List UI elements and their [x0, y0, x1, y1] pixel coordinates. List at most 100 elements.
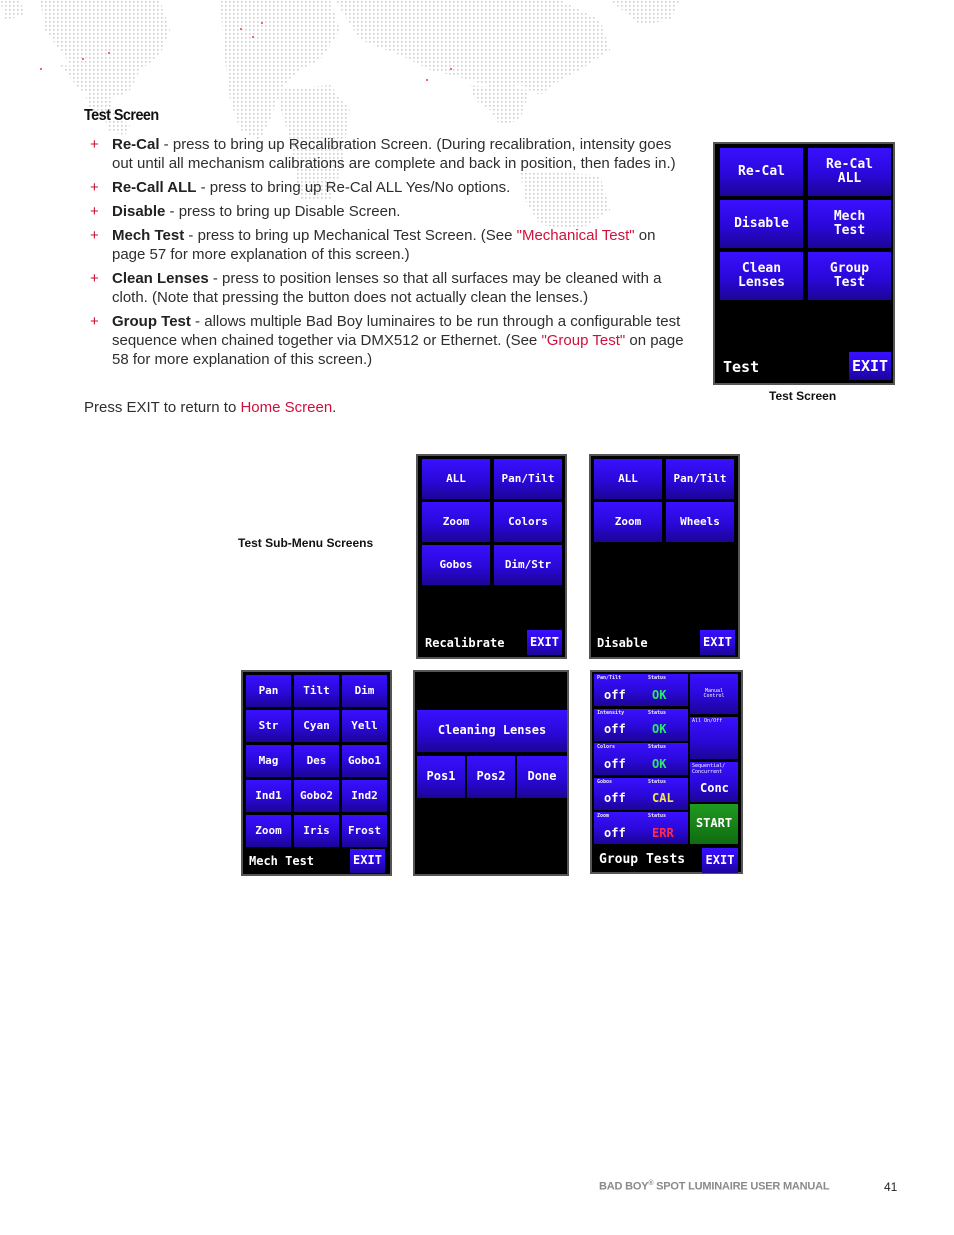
bullet-clean-lenses: + Clean Lenses - press to position lenses…	[84, 269, 684, 307]
status-label: Status	[648, 813, 667, 819]
bullet-recal: + Re-Cal - press to bring up Recalibratio…	[84, 135, 684, 173]
section-title: Test Screen	[84, 107, 159, 124]
recal-button[interactable]: Re-Cal	[720, 148, 803, 196]
mech-test-option[interactable]: Dim	[342, 675, 387, 707]
group-tests-screen-image: Pan/Tilt Status off OK Intensity Status off OK C…	[590, 670, 743, 874]
mech-test-button[interactable]: Mech Test	[808, 200, 891, 248]
sub-menu-caption: Test Sub-Menu Screens	[238, 536, 374, 550]
mechanical-test-link[interactable]: "Mechanical Test"	[517, 227, 635, 244]
mech-test-option[interactable]: Gobo1	[342, 745, 387, 777]
mech-test-option[interactable]: Frost	[342, 815, 387, 847]
mech-test-option[interactable]: Yell	[342, 710, 387, 742]
exit-button[interactable]: EXIT	[527, 630, 562, 655]
exit-note-text: Press EXIT to return to	[84, 399, 241, 416]
bullet-group-test: + Group Test - allows multiple Bad Boy lu…	[84, 312, 684, 369]
row-value: off	[604, 687, 626, 702]
group-test-row[interactable]: Zoom Status off ERR	[594, 812, 688, 844]
row-status: CAL	[652, 791, 674, 806]
group-test-button[interactable]: Group Test	[808, 252, 891, 300]
disable-button[interactable]: Disable	[720, 200, 803, 248]
status-label: Status	[648, 744, 667, 750]
bullet-term: Group Test	[112, 313, 191, 330]
mech-test-option[interactable]: Pan	[246, 675, 291, 707]
plus-icon: +	[90, 227, 99, 244]
mech-test-option[interactable]: Str	[246, 710, 291, 742]
plus-icon: +	[90, 179, 99, 196]
exit-button[interactable]: EXIT	[849, 352, 891, 380]
exit-button[interactable]: EXIT	[700, 630, 735, 655]
mech-test-option[interactable]: Iris	[294, 815, 339, 847]
seq-conc-label: Sequential/ Concurrent	[692, 763, 726, 775]
home-screen-link[interactable]: Home Screen	[240, 399, 332, 416]
recalibrate-screen-image: ALL Pan/Tilt Zoom Colors Gobos Dim/Str R…	[416, 454, 567, 659]
test-screen-image: Re-Cal Re-Cal ALL Disable Mech Test Clea…	[713, 142, 895, 385]
group-test-link[interactable]: "Group Test"	[541, 332, 625, 349]
plus-icon: +	[90, 270, 99, 287]
screen-label: Test	[723, 358, 760, 376]
status-label: Status	[648, 778, 667, 785]
mech-test-option[interactable]: Zoom	[246, 815, 291, 847]
clean-lenses-button[interactable]: Clean Lenses	[720, 252, 803, 300]
recal-colors-option[interactable]: Colors	[494, 502, 562, 542]
mech-test-option[interactable]: Ind2	[342, 780, 387, 812]
test-screen-caption: Test Screen	[769, 389, 837, 403]
group-test-row[interactable]: Colors Status off OK	[594, 743, 688, 775]
manual-control-button[interactable]: Manual Control	[690, 674, 738, 714]
screen-label: Mech Test	[249, 854, 315, 868]
mech-test-option[interactable]: Cyan	[294, 710, 339, 742]
row-status: OK	[652, 722, 667, 737]
bullet-text: - press to bring up Mechanical Test Scre…	[184, 227, 517, 244]
row-value: off	[604, 825, 626, 840]
bullet-disable: + Disable - press to bring up Disable Scr…	[84, 202, 684, 221]
group-test-row[interactable]: Intensity Status off OK	[594, 708, 688, 741]
row-status: OK	[652, 756, 667, 771]
screen-label: Disable	[597, 636, 648, 650]
all-on-off-label: All On/Off	[692, 718, 723, 724]
recal-pan-tilt-option[interactable]: Pan/Tilt	[494, 459, 562, 499]
row-value: off	[604, 756, 626, 771]
mech-test-option[interactable]: Tilt	[294, 675, 339, 707]
sequential-concurrent-button[interactable]: Sequential/ Concurrent Conc	[690, 762, 738, 802]
status-label: Status	[648, 709, 667, 716]
recal-dim-str-option[interactable]: Dim/Str	[494, 545, 562, 585]
screen-label: Recalibrate	[425, 636, 505, 650]
group-test-row[interactable]: Gobos Status off CAL	[594, 777, 688, 810]
mech-test-option[interactable]: Gobo2	[294, 780, 339, 812]
plus-icon: +	[90, 136, 99, 153]
row-name: Gobos	[597, 778, 613, 785]
exit-button[interactable]: EXIT	[350, 849, 385, 873]
pos2-button[interactable]: Pos2	[467, 756, 515, 798]
exit-button[interactable]: EXIT	[702, 848, 738, 873]
mech-test-option[interactable]: Ind1	[246, 780, 291, 812]
disable-all-option[interactable]: ALL	[594, 459, 662, 499]
row-name: Pan/Tilt	[597, 675, 622, 681]
done-button[interactable]: Done	[517, 756, 567, 798]
disable-screen-image: ALL Pan/Tilt Zoom Wheels Disable EXIT	[589, 454, 740, 659]
disable-wheels-option[interactable]: Wheels	[666, 502, 734, 542]
bullet-term: Re-Call ALL	[112, 179, 197, 196]
mech-test-screen-image: Pan Tilt Dim Str Cyan Yell Mag Des Gobo1 Ind1 Gobo…	[241, 670, 392, 876]
disable-pan-tilt-option[interactable]: Pan/Tilt	[666, 459, 734, 499]
row-status: OK	[652, 687, 667, 702]
plus-icon: +	[90, 203, 99, 220]
mech-test-option[interactable]: Mag	[246, 745, 291, 777]
pos1-button[interactable]: Pos1	[417, 756, 465, 798]
page-number: 41	[884, 1180, 898, 1194]
manual-title-a: BAD BOY	[599, 1180, 649, 1193]
recal-all-option[interactable]: ALL	[422, 459, 490, 499]
screen-label: Group Tests	[599, 852, 686, 867]
bullet-recal-all: + Re-Call ALL - press to bring up Re-Cal …	[84, 178, 684, 197]
recal-all-button[interactable]: Re-Cal ALL	[808, 148, 891, 196]
row-status: ERR	[652, 825, 674, 840]
all-on-off-button[interactable]: All On/Off	[690, 717, 738, 759]
group-test-row[interactable]: Pan/Tilt Status off OK	[594, 674, 688, 706]
feature-list: + Re-Cal - press to bring up Recalibratio…	[84, 135, 684, 374]
mech-test-option[interactable]: Des	[294, 745, 339, 777]
recal-gobos-option[interactable]: Gobos	[422, 545, 490, 585]
start-button[interactable]: START	[690, 804, 738, 844]
bullet-text: - press to bring up Re-Cal ALL Yes/No op…	[196, 179, 511, 196]
bullet-text: - press to bring up Recalibration Screen…	[112, 136, 676, 172]
disable-zoom-option[interactable]: Zoom	[594, 502, 662, 542]
recal-zoom-option[interactable]: Zoom	[422, 502, 490, 542]
manual-title-b: SPOT LUMINAIRE USER MANUAL	[653, 1180, 830, 1193]
